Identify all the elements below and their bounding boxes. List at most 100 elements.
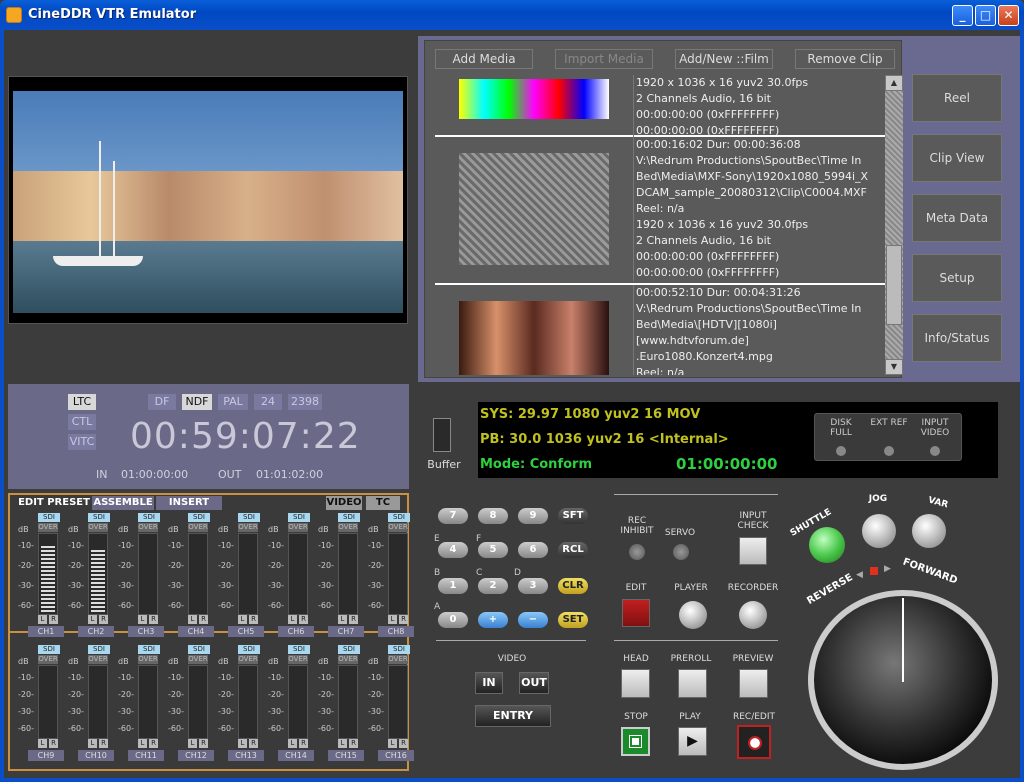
key-1[interactable]: 1 xyxy=(438,578,468,594)
pal-button[interactable]: PAL xyxy=(218,394,248,410)
left-channel-button[interactable]: L xyxy=(388,615,397,624)
clip-item[interactable]: 00:00:16:02 Dur: 00:00:36:08 V:\Redrum Pr… xyxy=(435,137,885,285)
edit-button[interactable] xyxy=(622,599,650,627)
right-channel-button[interactable]: R xyxy=(99,739,108,748)
clip-item[interactable]: 1920 x 1036 x 16 yuv2 30.0fps 2 Channels … xyxy=(435,75,885,139)
df-button[interactable]: DF xyxy=(148,394,176,410)
left-channel-button[interactable]: L xyxy=(88,615,97,624)
remove-clip-button[interactable]: Remove Clip xyxy=(795,49,895,69)
maximize-button[interactable]: □ xyxy=(975,5,996,26)
import-media-button[interactable]: Import Media xyxy=(555,49,653,69)
fps24-button[interactable]: 24 xyxy=(254,394,282,410)
key-6[interactable]: 6 xyxy=(518,542,548,558)
clip-view-button[interactable]: Clip View xyxy=(912,134,1002,182)
key-plus[interactable]: + xyxy=(478,612,508,628)
video-out-button[interactable]: OUT xyxy=(519,672,549,694)
jog-button[interactable] xyxy=(862,514,896,548)
right-channel-button[interactable]: R xyxy=(199,739,208,748)
input-check-button[interactable] xyxy=(739,537,767,565)
key-0[interactable]: 0 xyxy=(438,612,468,628)
key-9[interactable]: 9 xyxy=(518,508,548,524)
recorder-button[interactable] xyxy=(739,601,767,629)
left-channel-button[interactable]: L xyxy=(38,615,47,624)
stop-button[interactable] xyxy=(621,727,650,756)
close-button[interactable]: ✕ xyxy=(998,5,1019,26)
right-channel-button[interactable]: R xyxy=(299,615,308,624)
key-rcl[interactable]: RCL xyxy=(558,542,588,558)
ctl-button[interactable]: CTL xyxy=(68,414,96,430)
left-channel-button[interactable]: L xyxy=(188,615,197,624)
key-clr[interactable]: CLR xyxy=(558,578,588,594)
head-button[interactable] xyxy=(621,669,650,698)
left-channel-button[interactable]: L xyxy=(238,615,247,624)
left-channel-button[interactable]: L xyxy=(188,739,197,748)
right-channel-button[interactable]: R xyxy=(349,615,358,624)
right-channel-button[interactable]: R xyxy=(149,615,158,624)
status-timecode: 01:00:00:00 xyxy=(676,455,778,473)
player-button[interactable] xyxy=(679,601,707,629)
left-channel-button[interactable]: L xyxy=(338,615,347,624)
left-channel-button[interactable]: L xyxy=(338,739,347,748)
right-channel-button[interactable]: R xyxy=(249,615,258,624)
meta-data-button[interactable]: Meta Data xyxy=(912,194,1002,242)
right-channel-button[interactable]: R xyxy=(149,739,158,748)
title-bar[interactable]: CineDDR VTR Emulator _ □ ✕ xyxy=(0,0,1024,30)
key-sft[interactable]: SFT xyxy=(558,508,588,524)
right-channel-button[interactable]: R xyxy=(99,615,108,624)
key-7[interactable]: 7 xyxy=(438,508,468,524)
key-set[interactable]: SET xyxy=(558,612,588,628)
clip-list-scrollbar[interactable]: ▲ ▼ xyxy=(885,75,903,375)
video-in-button[interactable]: IN xyxy=(475,672,503,694)
play-button[interactable]: ▶ xyxy=(678,727,707,756)
tab-video[interactable]: VIDEO xyxy=(326,496,362,510)
rec-edit-button[interactable] xyxy=(737,725,771,759)
right-channel-button[interactable]: R xyxy=(349,739,358,748)
left-channel-button[interactable]: L xyxy=(238,739,247,748)
preroll-button[interactable] xyxy=(678,669,707,698)
right-channel-button[interactable]: R xyxy=(399,615,408,624)
channel-label: CH3 xyxy=(128,626,164,637)
preview-button[interactable] xyxy=(739,669,768,698)
right-channel-button[interactable]: R xyxy=(49,739,58,748)
key-4[interactable]: 4 xyxy=(438,542,468,558)
left-channel-button[interactable]: L xyxy=(288,615,297,624)
left-channel-button[interactable]: L xyxy=(88,739,97,748)
right-channel-button[interactable]: R xyxy=(399,739,408,748)
minimize-button[interactable]: _ xyxy=(952,5,973,26)
key-2[interactable]: 2 xyxy=(478,578,508,594)
tab-assemble[interactable]: ASSEMBLE xyxy=(92,496,154,510)
tab-insert[interactable]: INSERT xyxy=(156,496,222,510)
key-8[interactable]: 8 xyxy=(478,508,508,524)
tab-edit-preset[interactable]: EDIT PRESET xyxy=(16,496,92,510)
tab-tc[interactable]: TC xyxy=(366,496,400,510)
var-button[interactable] xyxy=(912,514,946,548)
clip-item[interactable]: 00:00:52:10 Dur: 00:04:31:26 V:\Redrum Pr… xyxy=(435,285,885,375)
shuttle-button[interactable] xyxy=(809,527,845,563)
scroll-down-icon[interactable]: ▼ xyxy=(885,359,903,375)
setup-button[interactable]: Setup xyxy=(912,254,1002,302)
left-channel-button[interactable]: L xyxy=(288,739,297,748)
right-channel-button[interactable]: R xyxy=(299,739,308,748)
left-channel-button[interactable]: L xyxy=(388,739,397,748)
key-3[interactable]: 3 xyxy=(518,578,548,594)
add-new-film-button[interactable]: Add/New ::Film xyxy=(675,49,773,69)
clip-list[interactable]: 1920 x 1036 x 16 yuv2 30.0fps 2 Channels … xyxy=(435,75,885,375)
key-5[interactable]: 5 xyxy=(478,542,508,558)
reel-button[interactable]: Reel xyxy=(912,74,1002,122)
fps2398-button[interactable]: 2398 xyxy=(288,394,322,410)
entry-button[interactable]: ENTRY xyxy=(475,705,551,727)
info-status-button[interactable]: Info/Status xyxy=(912,314,1002,362)
left-channel-button[interactable]: L xyxy=(138,615,147,624)
scroll-up-icon[interactable]: ▲ xyxy=(885,75,903,91)
add-media-button[interactable]: Add Media xyxy=(435,49,533,69)
ltc-button[interactable]: LTC xyxy=(68,394,96,410)
vitc-button[interactable]: VITC xyxy=(68,434,96,450)
key-minus[interactable]: − xyxy=(518,612,548,628)
ndf-button[interactable]: NDF xyxy=(182,394,212,410)
right-channel-button[interactable]: R xyxy=(49,615,58,624)
left-channel-button[interactable]: L xyxy=(38,739,47,748)
right-channel-button[interactable]: R xyxy=(249,739,258,748)
scroll-thumb[interactable] xyxy=(886,245,902,325)
right-channel-button[interactable]: R xyxy=(199,615,208,624)
left-channel-button[interactable]: L xyxy=(138,739,147,748)
